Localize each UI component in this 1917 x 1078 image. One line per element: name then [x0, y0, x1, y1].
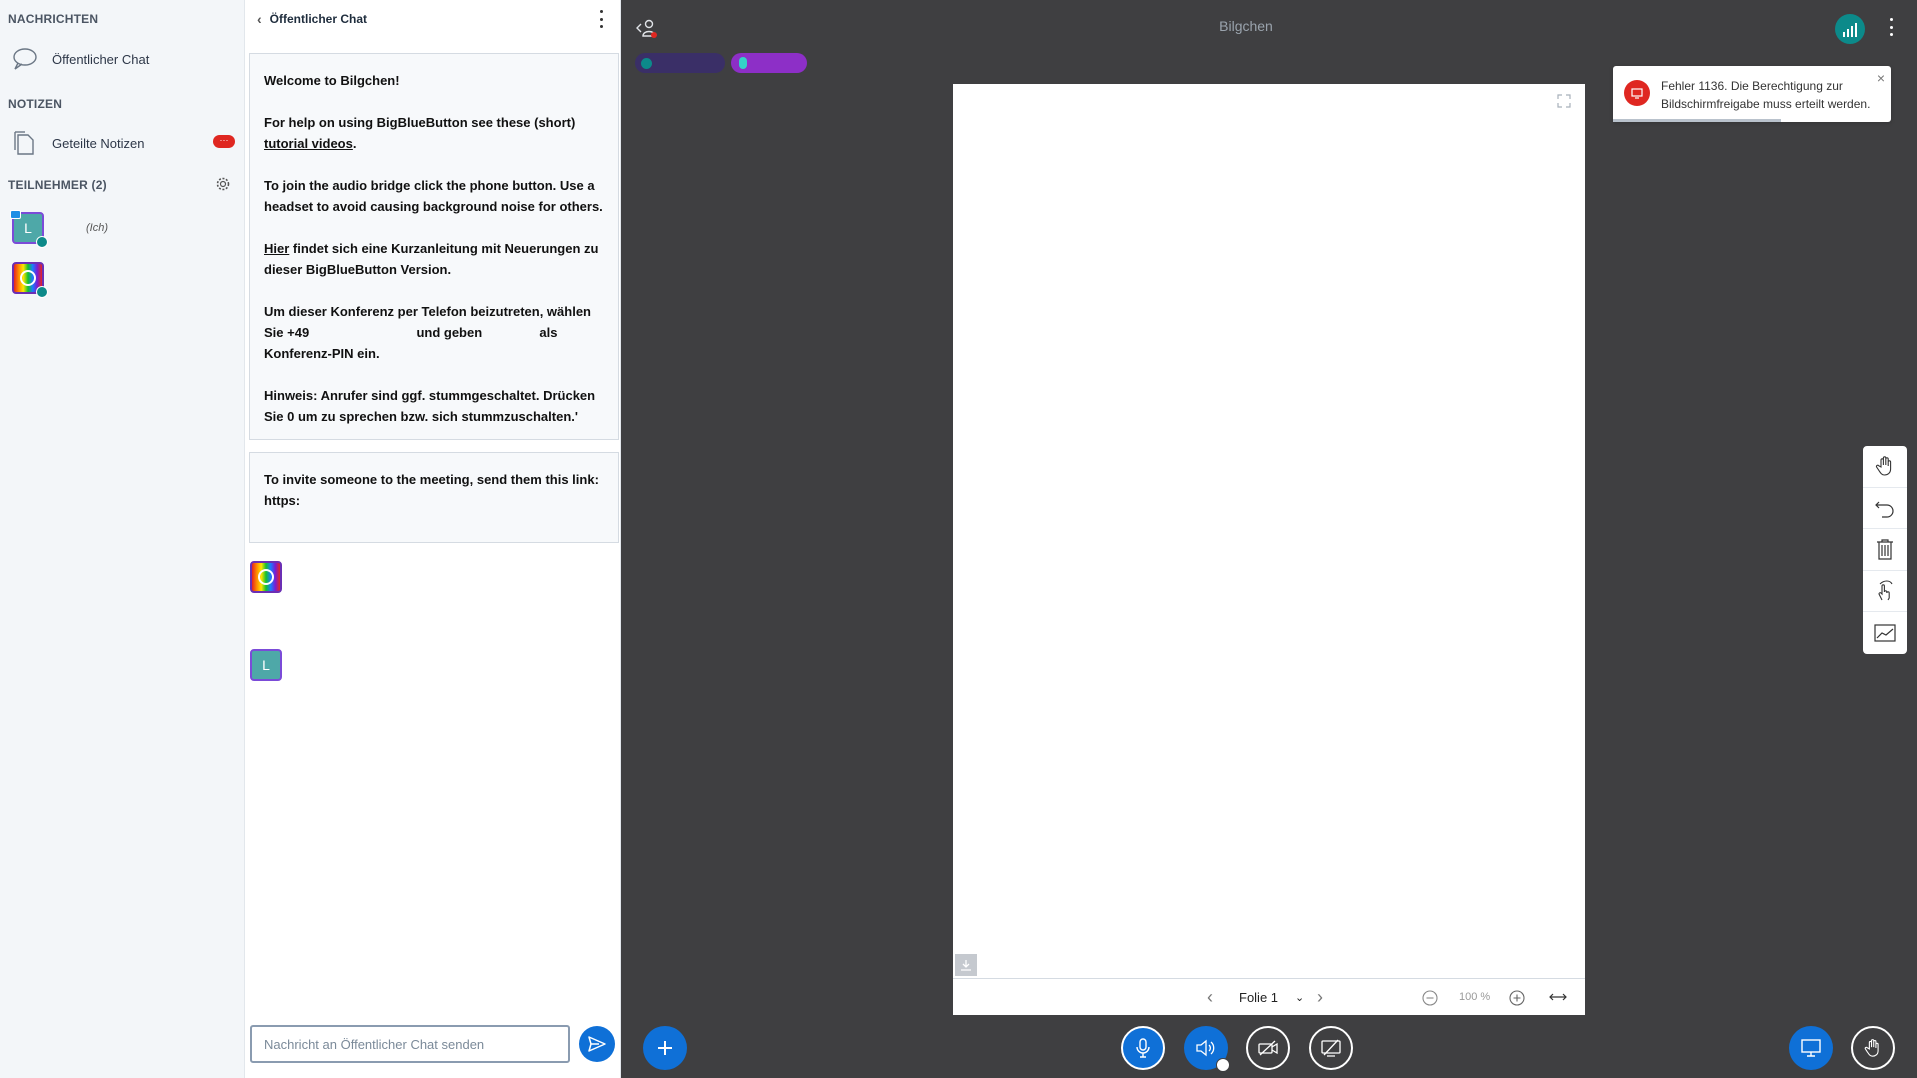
presentation-area: Bilgchen ‹ Folie 1 ⌄ › 100 % [621, 0, 1917, 1078]
gear-icon[interactable] [215, 176, 231, 192]
chat-input-placeholder: Nachricht an Öffentlicher Chat senden [264, 1036, 485, 1052]
talking-indicator [731, 53, 807, 73]
dialin-text: als Konferenz-PIN ein. [264, 325, 558, 361]
next-slide-icon[interactable]: › [1317, 987, 1323, 1008]
toast-message: Fehler 1136. Die Berechtigung zur Bildsc… [1661, 79, 1871, 111]
raise-hand-button[interactable] [1851, 1026, 1895, 1070]
speaker-icon [1196, 1039, 1215, 1057]
screenshare-button[interactable] [1309, 1026, 1353, 1070]
error-toast: Fehler 1136. Die Berechtigung zur Bildsc… [1613, 66, 1891, 122]
invite-text: To invite someone to the meeting, send t… [264, 472, 599, 487]
dialin-text: und geben [416, 325, 483, 340]
presentation-title: Bilgchen [1219, 18, 1273, 34]
sidebar-item-public-chat[interactable]: Öffentlicher Chat [12, 47, 149, 71]
meeting-name: Bilgchen [340, 73, 396, 88]
mic-status-icon [36, 236, 48, 248]
messages-section-title: NACHRICHTEN [8, 12, 99, 26]
signal-icon [1843, 32, 1845, 37]
multi-user-whiteboard-button[interactable] [1863, 571, 1907, 613]
screenshare-error-icon [1624, 80, 1650, 106]
invite-message: To invite someone to the meeting, send t… [249, 452, 619, 543]
fullscreen-icon[interactable] [1557, 94, 1571, 108]
connection-status-button[interactable] [1835, 14, 1865, 44]
presentation-icon [1801, 1039, 1821, 1057]
hint-label: Hinweis: [264, 388, 318, 403]
shared-notes-label: Geteilte Notizen [52, 135, 145, 151]
mic-status-icon [36, 286, 48, 298]
fit-width-icon[interactable] [1549, 992, 1567, 1002]
screenshare-off-icon [1321, 1039, 1341, 1057]
trash-icon [1877, 539, 1893, 561]
chevron-left-icon[interactable]: ‹ [257, 11, 262, 27]
zoom-level: 100 % [1459, 991, 1491, 1003]
actions-button[interactable] [643, 1026, 687, 1070]
avatar-logo-icon [20, 270, 36, 286]
notes-unread-badge: ··· [213, 135, 235, 148]
invite-link[interactable]: https: [264, 490, 604, 511]
notes-icon [14, 131, 34, 155]
presentation-toggle-button[interactable] [1789, 1026, 1833, 1070]
zoom-in-icon[interactable] [1509, 990, 1525, 1006]
chat-panel: ‹ Öffentlicher Chat Welcome to Bilgchen!… [245, 0, 621, 1078]
slide-select[interactable]: Folie 1 [1239, 990, 1278, 1005]
slide-controls: ‹ Folie 1 ⌄ › 100 % [953, 978, 1585, 1015]
tutorial-videos-link[interactable]: tutorial videos [264, 136, 353, 151]
audio-hint: To join the audio bridge click the phone… [264, 178, 603, 214]
self-tag: (Ich) [86, 222, 108, 234]
download-icon [961, 960, 971, 971]
hier-link[interactable]: Hier [264, 241, 289, 256]
hand-icon [1864, 1039, 1879, 1057]
line-chart-icon [1874, 624, 1896, 642]
chat-title: Öffentlicher Chat [269, 12, 368, 26]
user-dot-icon [641, 58, 652, 69]
welcome-message: Welcome to Bilgchen! For help on using B… [249, 53, 619, 440]
mute-button[interactable] [1121, 1026, 1165, 1070]
chevron-down-icon[interactable]: ⌄ [1295, 991, 1304, 1004]
whiteboard-toolbar [1863, 446, 1907, 654]
notes-section-title: NOTIZEN [8, 97, 63, 111]
talking-indicator [635, 53, 725, 73]
audio-options-icon[interactable] [1216, 1058, 1230, 1072]
avatar [250, 561, 282, 593]
chat-message-input[interactable]: Nachricht an Öffentlicher Chat senden [250, 1025, 570, 1063]
draw-tool-button[interactable] [1863, 612, 1907, 654]
microphone-icon [1136, 1038, 1150, 1058]
pan-tool-button[interactable] [1863, 446, 1907, 488]
guide-text: findet sich eine Kurzanleitung mit Neuer… [264, 241, 599, 277]
send-icon [588, 1036, 606, 1052]
microphone-icon [739, 57, 747, 69]
video-off-icon [1258, 1040, 1278, 1056]
toast-progress-bar [1613, 119, 1781, 122]
chat-options-icon[interactable] [595, 10, 607, 28]
public-chat-label: Öffentlicher Chat [52, 51, 150, 67]
options-menu-icon[interactable] [1887, 18, 1895, 36]
chat-icon [13, 48, 37, 70]
welcome-text: ! [395, 73, 400, 88]
pointer-hand-icon [1878, 580, 1893, 601]
undo-button[interactable] [1863, 488, 1907, 530]
presentation-slide [953, 84, 1585, 978]
chat-header: ‹ Öffentlicher Chat [245, 0, 620, 38]
undo-icon [1875, 501, 1894, 518]
participants-section-title: TEILNEHMER (2) [8, 178, 107, 192]
send-button[interactable] [579, 1026, 615, 1062]
help-text: For help on using BigBlueButton see thes… [264, 115, 576, 130]
prev-slide-icon[interactable]: ‹ [1207, 987, 1213, 1008]
userlist-sidebar: NACHRICHTEN Öffentlicher Chat NOTIZEN Ge… [0, 0, 245, 1078]
hand-icon [1875, 456, 1892, 476]
audio-button[interactable] [1184, 1026, 1230, 1072]
welcome-text: Welcome to [264, 73, 341, 88]
sidebar-item-shared-notes[interactable]: Geteilte Notizen [12, 130, 145, 156]
download-button[interactable] [955, 954, 977, 976]
clear-all-button[interactable] [1863, 529, 1907, 571]
camera-button[interactable] [1246, 1026, 1290, 1070]
help-text: . [352, 136, 357, 151]
zoom-out-icon[interactable] [1422, 990, 1438, 1006]
close-icon[interactable]: × [1877, 70, 1885, 86]
avatar: L [250, 649, 282, 681]
avatar-logo-icon [258, 569, 274, 585]
presenter-icon [10, 210, 21, 219]
plus-icon [658, 1041, 672, 1055]
